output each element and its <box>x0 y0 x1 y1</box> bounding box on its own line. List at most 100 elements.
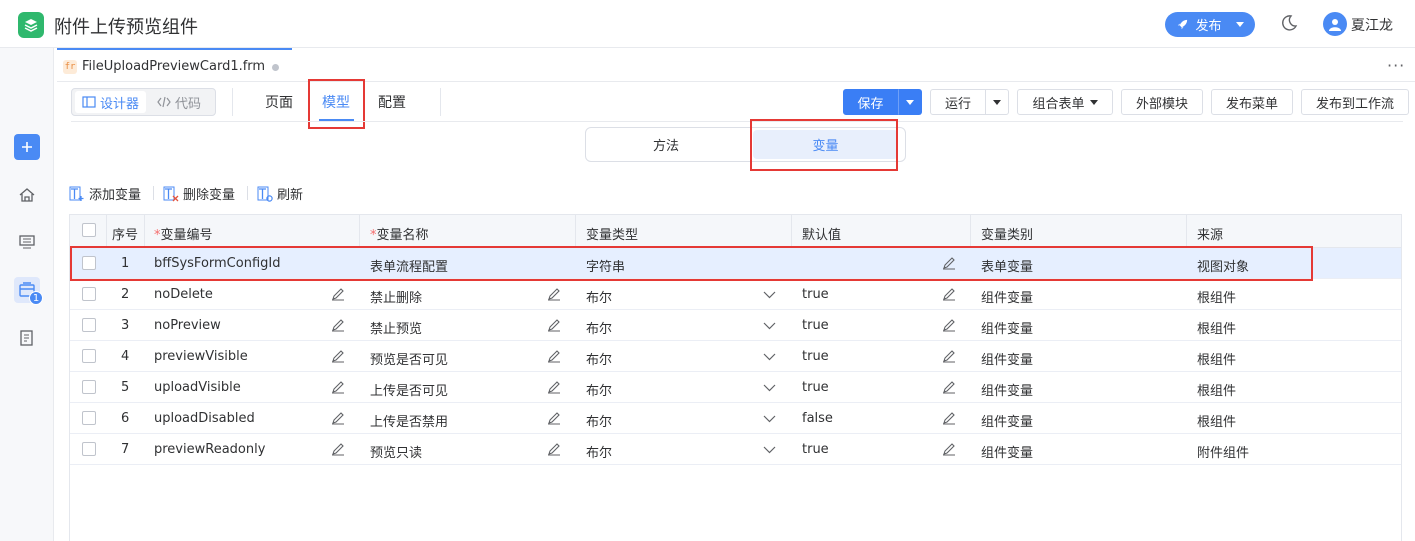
cell-type[interactable]: 布尔 <box>586 349 612 368</box>
refresh-icon <box>257 186 273 202</box>
row-checkbox[interactable] <box>82 349 96 363</box>
edit-icon[interactable] <box>547 318 561 332</box>
tab-page[interactable]: 页面 <box>265 92 293 112</box>
cell-code[interactable]: uploadDisabled <box>154 411 255 426</box>
monitor-icon[interactable] <box>14 229 40 255</box>
row-checkbox[interactable] <box>82 380 96 394</box>
cell-type[interactable]: 布尔 <box>586 287 612 306</box>
combo-form-button[interactable]: 组合表单 <box>1017 89 1113 115</box>
more-icon[interactable]: ··· <box>1387 56 1405 75</box>
add-variable-button[interactable]: 添加变量 <box>69 184 141 203</box>
designer-toggle[interactable]: 设计器 <box>75 91 147 113</box>
cell-default[interactable]: false <box>802 411 833 426</box>
chevron-down-icon[interactable] <box>763 381 776 394</box>
edit-icon[interactable] <box>942 318 956 332</box>
table-row[interactable]: 7 previewReadonly 预览只读 布尔 true 组件变量 附件组件 <box>70 434 1401 465</box>
cell-name[interactable]: 禁止删除 <box>370 287 422 306</box>
file-tab[interactable]: fr FileUploadPreviewCard1.frm <box>57 48 292 82</box>
cell-name[interactable]: 预览是否可见 <box>370 349 448 368</box>
cell-index: 3 <box>121 318 130 333</box>
cell-type[interactable]: 布尔 <box>586 380 612 399</box>
edit-icon[interactable] <box>547 287 561 301</box>
cell-type[interactable]: 布尔 <box>586 442 612 461</box>
edit-icon[interactable] <box>331 442 345 456</box>
chevron-down-icon[interactable] <box>763 288 776 301</box>
edit-icon[interactable] <box>942 287 956 301</box>
table-row[interactable]: 2 noDelete 禁止删除 布尔 true 组件变量 根组件 <box>70 279 1401 310</box>
cell-code[interactable]: uploadVisible <box>154 380 241 395</box>
table-row[interactable]: 4 previewVisible 预览是否可见 布尔 true 组件变量 根组件 <box>70 341 1401 372</box>
unsaved-dot-icon[interactable] <box>272 64 279 71</box>
cell-source: 根组件 <box>1197 415 1237 430</box>
edit-icon[interactable] <box>547 411 561 425</box>
user-name[interactable]: 夏江龙 <box>1351 15 1393 35</box>
cell-index: 7 <box>121 442 130 457</box>
cell-default[interactable]: true <box>802 318 829 333</box>
edit-icon[interactable] <box>942 442 956 456</box>
edit-icon[interactable] <box>331 411 345 425</box>
row-checkbox[interactable] <box>82 411 96 425</box>
code-toggle[interactable]: 代码 <box>150 91 208 113</box>
cell-type[interactable]: 布尔 <box>586 411 612 430</box>
edit-icon[interactable] <box>331 349 345 363</box>
moon-icon[interactable] <box>1279 13 1299 33</box>
save-dropdown-button[interactable] <box>898 89 922 115</box>
chevron-down-icon <box>906 99 914 105</box>
cell-default[interactable]: true <box>802 380 829 395</box>
edit-icon[interactable] <box>547 349 561 363</box>
cell-code[interactable]: noDelete <box>154 287 213 302</box>
edit-icon[interactable] <box>547 442 561 456</box>
chevron-down-icon <box>1089 99 1098 105</box>
row-checkbox[interactable] <box>82 318 96 332</box>
publish-workflow-button[interactable]: 发布到工作流 <box>1301 89 1409 115</box>
divider <box>106 215 107 248</box>
edit-icon[interactable] <box>942 380 956 394</box>
cell-name[interactable]: 上传是否可见 <box>370 380 448 399</box>
cell-code[interactable]: previewReadonly <box>154 442 265 457</box>
edit-icon[interactable] <box>331 380 345 394</box>
home-icon[interactable] <box>14 182 40 208</box>
cell-type[interactable]: 布尔 <box>586 318 612 337</box>
user-icon <box>1329 19 1341 31</box>
cell-code[interactable]: previewVisible <box>154 349 248 364</box>
chevron-down-icon[interactable] <box>763 319 776 332</box>
table-row[interactable]: 6 uploadDisabled 上传是否禁用 布尔 false 组件变量 根组件 <box>70 403 1401 434</box>
method-option[interactable]: 方法 <box>586 128 746 161</box>
select-all-checkbox[interactable] <box>82 223 96 237</box>
tab-config[interactable]: 配置 <box>378 92 406 112</box>
save-button[interactable]: 保存 <box>843 89 898 115</box>
table-row[interactable]: 3 noPreview 禁止预览 布尔 true 组件变量 根组件 <box>70 310 1401 341</box>
external-module-button[interactable]: 外部模块 <box>1121 89 1203 115</box>
edit-icon[interactable] <box>942 349 956 363</box>
edit-icon[interactable] <box>942 411 956 425</box>
row-checkbox[interactable] <box>82 287 96 301</box>
add-icon[interactable] <box>14 134 40 160</box>
form-designer-icon[interactable]: 1 <box>14 277 43 305</box>
publish-menu-button[interactable]: 发布菜单 <box>1211 89 1293 115</box>
cell-default[interactable]: true <box>802 349 829 364</box>
top-header: 附件上传预览组件 发布 夏江龙 <box>0 0 1415 48</box>
table-row[interactable]: 5 uploadVisible 上传是否可见 布尔 true 组件变量 根组件 <box>70 372 1401 403</box>
cell-code[interactable]: noPreview <box>154 318 221 333</box>
refresh-button[interactable]: 刷新 <box>257 184 303 203</box>
run-dropdown-button[interactable] <box>985 89 1008 115</box>
chevron-down-icon[interactable] <box>763 443 776 456</box>
edit-icon[interactable] <box>331 318 345 332</box>
cell-name[interactable]: 禁止预览 <box>370 318 422 337</box>
document-icon[interactable] <box>14 325 40 351</box>
publish-button[interactable]: 发布 <box>1165 12 1255 37</box>
cell-default[interactable]: true <box>802 442 829 457</box>
chevron-down-icon[interactable] <box>763 412 776 425</box>
avatar[interactable] <box>1323 12 1347 36</box>
header-default: 默认值 <box>802 228 842 243</box>
cell-source: 附件组件 <box>1197 446 1250 461</box>
edit-icon[interactable] <box>331 287 345 301</box>
row-checkbox[interactable] <box>82 442 96 456</box>
chevron-down-icon[interactable] <box>763 350 776 363</box>
edit-icon[interactable] <box>547 380 561 394</box>
cell-name[interactable]: 预览只读 <box>370 442 422 461</box>
cell-name[interactable]: 上传是否禁用 <box>370 411 448 430</box>
cell-default[interactable]: true <box>802 287 829 302</box>
cell-category: 组件变量 <box>981 384 1034 399</box>
delete-variable-button[interactable]: 删除变量 <box>163 184 235 203</box>
